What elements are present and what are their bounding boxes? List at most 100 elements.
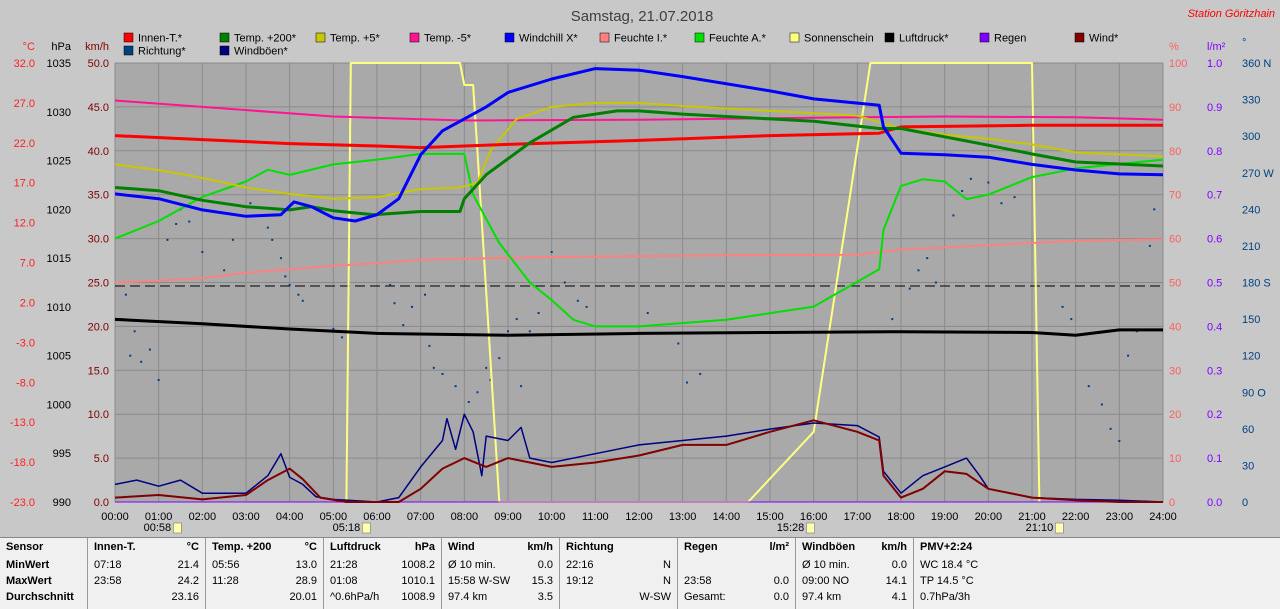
deg-axis-tick: 30 [1242, 460, 1254, 472]
lm2-axis-tick: 0.4 [1207, 321, 1222, 333]
stat-time: 01:08 [330, 575, 358, 587]
deg-axis-tick: 330 [1242, 95, 1260, 107]
stat-row: 20.01 [212, 589, 317, 605]
wind-direction-point [891, 318, 894, 321]
stat-row: 11:28 28.9 [212, 573, 317, 589]
weather-chart: Samstag, 21.07.2018 Station Göritzhain I… [0, 0, 1280, 537]
x-axis-tick: 00:00 [101, 511, 129, 523]
stat-row: Ø 10 min. 0.0 [802, 557, 907, 573]
temp-axis-tick: -13.0 [10, 417, 35, 429]
legend-label: Sonnenschein [804, 33, 874, 45]
pct-axis-unit: % [1169, 41, 1179, 53]
wind-direction-point [926, 257, 929, 260]
stat-time: 23:58 [94, 575, 122, 587]
x-axis-tick: 07:00 [407, 511, 435, 523]
stat-row: Ø 10 min. 0.0 [448, 557, 553, 573]
x-axis-tick: 10:00 [538, 511, 566, 523]
stat-row: WC 18.4 °C [920, 557, 1028, 573]
wind-direction-point [537, 311, 540, 314]
hpa-axis-tick: 1010 [47, 302, 71, 314]
wind-direction-point [969, 177, 972, 180]
time-marker-icon [806, 522, 815, 534]
stat-col-luftdruck: Luftdruck hPa 21:28 1008.2 01:08 1010.1 ^0.6hP… [324, 538, 442, 609]
stat-header-label: Wind [448, 541, 475, 553]
stat-time: 19:12 [566, 575, 594, 587]
wind-direction-point [917, 269, 920, 272]
wind-direction-point [1061, 305, 1064, 308]
legend-label: Innen-T.* [138, 33, 183, 45]
stat-col-temp200: Temp. +200 °C 05:56 13.0 11:28 28.9 20.01 [206, 538, 324, 609]
wind-direction-point [441, 372, 444, 375]
stat-row: 05:56 13.0 [212, 557, 317, 573]
stat-header-label: Temp. +200 [212, 541, 272, 553]
hpa-axis-tick: 1035 [47, 58, 71, 70]
x-axis-tick: 09:00 [494, 511, 522, 523]
stat-label-max: MaxWert [6, 575, 52, 587]
lm2-axis-tick: 0.8 [1207, 146, 1222, 158]
x-axis-tick: 18:00 [887, 511, 915, 523]
legend-swatch [1074, 32, 1085, 43]
wind-direction-point [332, 327, 335, 330]
legend-swatch [599, 32, 610, 43]
temp-axis-tick: 2.0 [20, 297, 35, 309]
stat-row: 23.16 [94, 589, 199, 605]
stat-row: 15:58 W-SW 15.3 [448, 573, 553, 589]
stat-time: 15:58 W-SW [448, 575, 511, 587]
wind-direction-point [686, 381, 689, 384]
stat-header-label: Richtung [566, 541, 614, 553]
stat-time: 0.7hPa/3h [920, 591, 971, 603]
lm2-axis-tick: 1.0 [1207, 58, 1222, 70]
kmh-axis-tick: 10.0 [88, 409, 109, 421]
legend-label: Wind* [1089, 33, 1119, 45]
wind-direction-point [1127, 354, 1130, 357]
wind-direction-point [550, 251, 553, 254]
wind-direction-point [528, 330, 531, 333]
temp-axis-tick: -23.0 [10, 497, 35, 509]
wind-direction-point [507, 330, 509, 333]
kmh-axis-tick: 50.0 [88, 58, 109, 70]
hpa-axis-tick: 990 [53, 497, 71, 509]
kmh-axis-tick: 30.0 [88, 234, 109, 246]
stat-header-richtung: Richtung [566, 541, 671, 557]
pct-axis-tick: 90 [1169, 102, 1181, 114]
stat-time: 22:16 [566, 559, 594, 571]
wind-direction-point [1153, 208, 1156, 211]
stat-value: N [663, 559, 671, 571]
wind-direction-point [699, 372, 702, 375]
lm2-axis-tick: 0.9 [1207, 102, 1222, 114]
wind-direction-point [908, 287, 911, 290]
x-axis-tick: 14:00 [713, 511, 741, 523]
deg-axis-tick: 210 [1242, 241, 1260, 253]
legend-swatch [219, 32, 230, 43]
stat-time: 05:56 [212, 559, 240, 571]
x-axis-tick: 22:00 [1062, 511, 1090, 523]
wind-direction-point [175, 222, 178, 225]
stat-row: 07:18 21.4 [94, 557, 199, 573]
stat-time: 23:58 [684, 575, 712, 587]
pct-axis-tick: 40 [1169, 321, 1181, 333]
lm2-axis-tick: 0.3 [1207, 365, 1222, 377]
stat-time: 97.4 km [802, 591, 842, 603]
legend-swatch [979, 32, 990, 43]
time-marker-label: 05:18 [333, 522, 361, 534]
wind-direction-point [485, 366, 488, 369]
wind-direction-point [424, 293, 427, 296]
temp-axis-tick: -3.0 [16, 337, 35, 349]
legend-label: Feuchte I.* [614, 33, 668, 45]
legend-label: Temp. +5* [330, 33, 381, 45]
stat-time: 09:00 NO [802, 575, 850, 587]
wind-direction-point [297, 293, 300, 296]
lm2-axis-tick: 0.7 [1207, 190, 1222, 202]
stat-col-richtung: Richtung 22:16 N 19:12 N W-SW [560, 538, 678, 609]
pct-axis-tick: 20 [1169, 409, 1181, 421]
stat-col-innen: Innen-T. °C 07:18 21.4 23:58 24.2 23.16 [88, 538, 206, 609]
stat-row: 22:16 N [566, 557, 671, 573]
stat-value: 13.0 [295, 559, 317, 571]
pct-axis-tick: 30 [1169, 365, 1181, 377]
stat-value: 1008.9 [401, 591, 435, 603]
wind-direction-point [454, 385, 457, 388]
stat-header-wind: Wind km/h [448, 541, 553, 557]
kmh-axis-tick: 25.0 [88, 278, 109, 290]
wind-direction-point [223, 269, 226, 272]
pct-axis-tick: 10 [1169, 453, 1181, 465]
